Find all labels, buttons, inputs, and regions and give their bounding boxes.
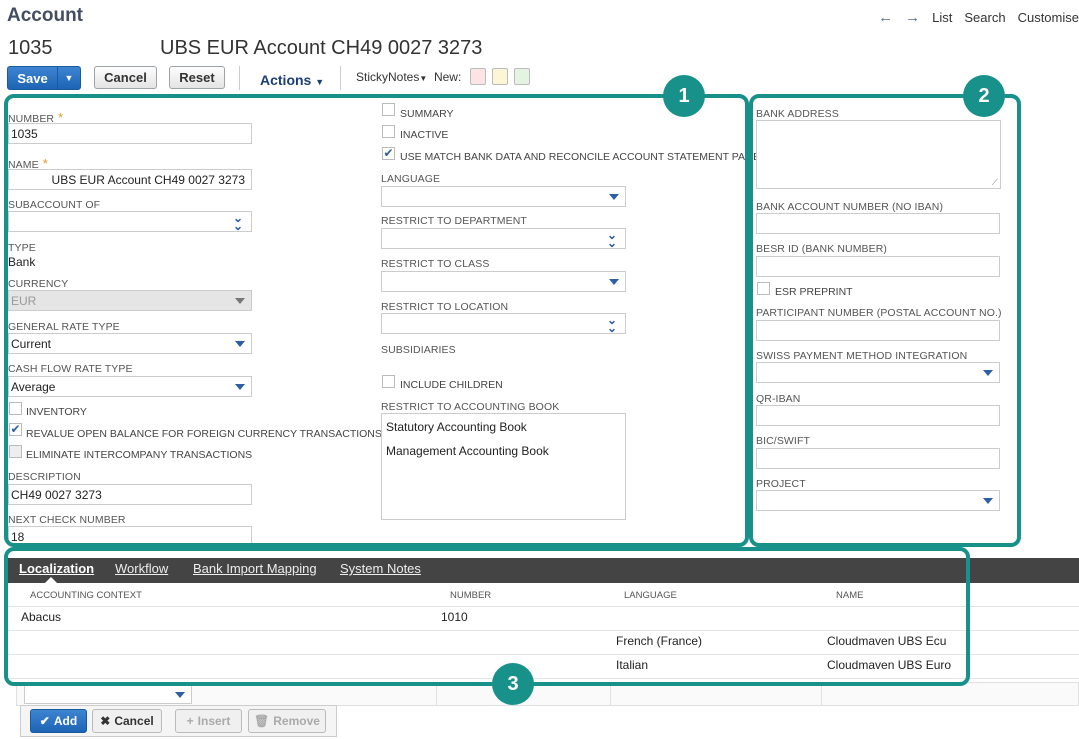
callout-box-1 [4, 94, 749, 547]
callout-badge-3: 3 [492, 663, 534, 705]
record-name: UBS EUR Account CH49 0027 3273 [160, 37, 483, 59]
actions-label: Actions [260, 72, 312, 88]
new-note-green[interactable] [514, 68, 530, 85]
insert-label: Insert [197, 714, 231, 728]
callout-box-2 [749, 94, 1021, 547]
sticky-notes-label: StickyNotes [356, 70, 420, 84]
callout-badge-2: 2 [963, 75, 1005, 117]
record-number: 1035 [8, 37, 53, 59]
actions-chevron-icon: ▼ [315, 77, 325, 87]
new-note-pink[interactable] [470, 68, 486, 85]
callout-badge-1: 1 [663, 75, 705, 117]
save-button-group: Save ▼ [7, 66, 81, 90]
remove-line-button: 🗑 Remove [248, 709, 326, 733]
reset-button[interactable]: Reset [169, 66, 225, 89]
sticky-chevron-icon: ▼ [419, 74, 428, 83]
new-note-yellow[interactable] [492, 68, 508, 85]
save-menu-chevron-icon[interactable]: ▼ [58, 67, 80, 89]
accounting-context-select[interactable] [24, 684, 192, 704]
callout-box-3 [4, 547, 970, 686]
sticky-notes-menu[interactable]: StickyNotes▼ New: [356, 70, 461, 84]
x-icon: ✖ [100, 714, 111, 728]
toolbar-divider [239, 66, 240, 90]
cancel-button[interactable]: Cancel [94, 66, 157, 89]
cancel-line-button[interactable]: ✖ Cancel [92, 709, 162, 733]
add-line-button[interactable]: ✔ Add [30, 709, 87, 733]
list-link[interactable]: List [932, 10, 952, 25]
check-icon: ✔ [39, 714, 50, 728]
customise-link[interactable]: Customise [1018, 10, 1079, 25]
trash-icon: 🗑 [254, 714, 270, 728]
insert-line-button: + Insert [175, 709, 242, 733]
page-title: Account [7, 5, 83, 26]
save-button[interactable]: Save [8, 67, 58, 89]
search-link[interactable]: Search [964, 10, 1005, 25]
actions-menu[interactable]: Actions ▼ [260, 72, 324, 88]
plus-icon: + [186, 714, 194, 728]
forward-arrow-icon[interactable]: → [905, 9, 920, 26]
back-arrow-icon[interactable]: ← [878, 9, 893, 26]
new-note-label: New: [433, 70, 462, 84]
remove-label: Remove [273, 714, 320, 728]
cancel-label: Cancel [114, 714, 154, 728]
top-nav: ← → List Search Customise [878, 9, 1079, 26]
dropdown-arrow-icon [175, 692, 185, 698]
toolbar-divider-2 [340, 66, 341, 90]
add-label: Add [53, 714, 78, 728]
